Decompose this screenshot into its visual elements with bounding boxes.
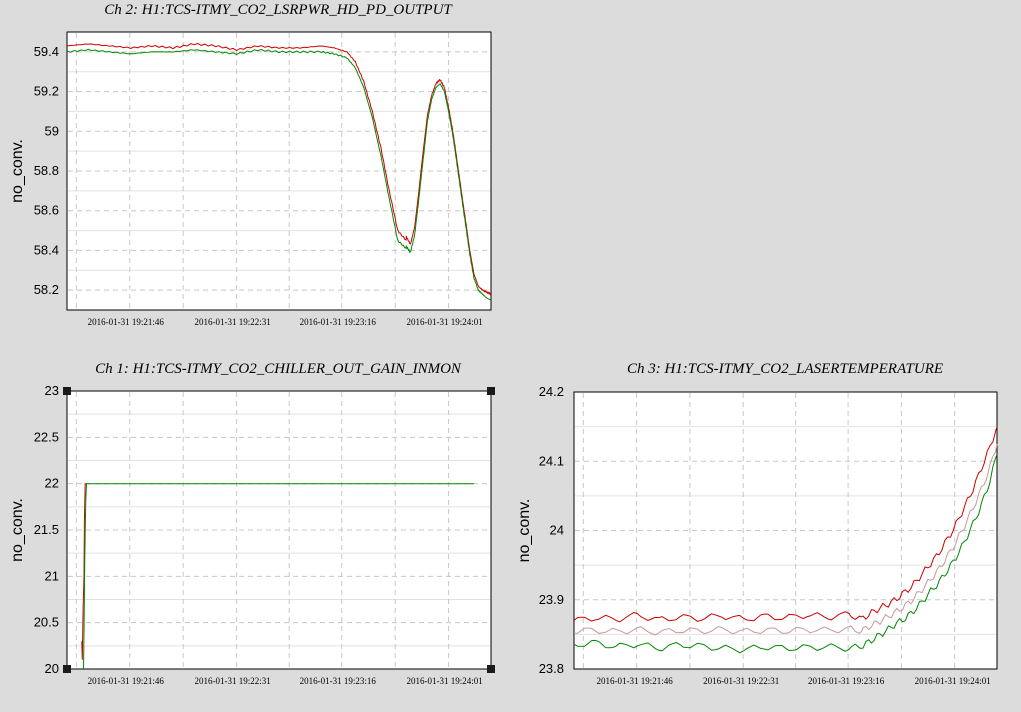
resize-handle[interactable]: [63, 387, 71, 395]
x-tick-label: 2016-01-31 19:23:16: [300, 317, 377, 327]
y-tick-label: 21: [45, 568, 59, 583]
chart-ch2: Ch 2: H1:TCS-ITMY_CO2_LSRPWR_HD_PD_OUTPU…: [9, 2, 492, 327]
y-tick-label: 59.4: [34, 44, 59, 59]
y-tick-label: 20: [45, 661, 59, 676]
charts-canvas: Ch 2: H1:TCS-ITMY_CO2_LSRPWR_HD_PD_OUTPU…: [9, 2, 998, 686]
y-tick-label: 58.2: [34, 282, 59, 297]
y-tick-label: 22.5: [34, 429, 59, 444]
y-tick-label: 58.6: [34, 203, 59, 218]
x-tick-label: 2016-01-31 19:21:46: [596, 676, 673, 686]
y-tick-label: 59.2: [34, 84, 59, 99]
y-tick-label: 24.1: [539, 453, 564, 468]
resize-handle[interactable]: [487, 665, 495, 673]
x-tick-label: 2016-01-31 19:23:16: [808, 676, 885, 686]
x-tick-label: 2016-01-31 19:24:01: [915, 676, 991, 686]
y-tick-label: 58.4: [34, 242, 59, 257]
chart-title: Ch 2: H1:TCS-ITMY_CO2_LSRPWR_HD_PD_OUTPU…: [104, 2, 453, 18]
y-tick-label: 23.9: [539, 592, 564, 607]
y-tick-label: 59: [45, 123, 59, 138]
y-axis-label: no_conv.: [9, 139, 26, 203]
chart-title: Ch 1: H1:TCS-ITMY_CO2_CHILLER_OUT_GAIN_I…: [95, 361, 462, 377]
y-tick-label: 23: [45, 383, 59, 398]
chart-dashboard: Ch 2: H1:TCS-ITMY_CO2_LSRPWR_HD_PD_OUTPU…: [0, 0, 1021, 712]
x-tick-label: 2016-01-31 19:23:16: [300, 676, 377, 686]
x-tick-label: 2016-01-31 19:21:46: [88, 676, 165, 686]
y-axis-label: no_conv.: [516, 499, 533, 563]
y-tick-label: 24: [550, 523, 564, 538]
x-tick-label: 2016-01-31 19:24:01: [406, 676, 482, 686]
y-tick-label: 22: [45, 476, 59, 491]
resize-handle[interactable]: [487, 387, 495, 395]
chart-ch1: Ch 1: H1:TCS-ITMY_CO2_CHILLER_OUT_GAIN_I…: [9, 361, 495, 686]
y-axis-label: no_conv.: [9, 498, 26, 562]
y-tick-label: 58.8: [34, 163, 59, 178]
x-tick-label: 2016-01-31 19:22:31: [194, 676, 270, 686]
y-tick-label: 24.2: [539, 384, 564, 399]
x-tick-label: 2016-01-31 19:22:31: [194, 317, 270, 327]
x-tick-label: 2016-01-31 19:24:01: [406, 317, 482, 327]
chart-title: Ch 3: H1:TCS-ITMY_CO2_LASERTEMPERATURE: [627, 361, 943, 377]
x-tick-label: 2016-01-31 19:21:46: [88, 317, 165, 327]
chart-ch3: Ch 3: H1:TCS-ITMY_CO2_LASERTEMPERATURE 23…: [516, 361, 998, 686]
x-tick-label: 2016-01-31 19:22:31: [703, 676, 779, 686]
y-tick-label: 23.8: [539, 661, 564, 676]
resize-handle[interactable]: [63, 665, 71, 673]
y-tick-label: 21.5: [34, 522, 59, 537]
y-tick-label: 20.5: [34, 615, 59, 630]
